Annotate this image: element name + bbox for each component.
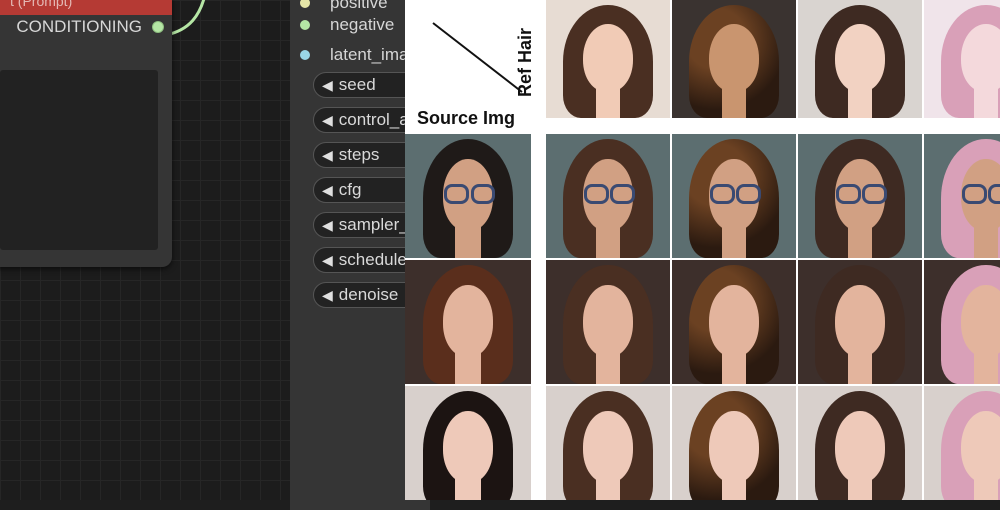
glasses-lens	[610, 183, 636, 205]
decrement-arrow-icon[interactable]: ◀	[322, 73, 333, 97]
face	[835, 23, 885, 93]
glasses-lens	[584, 183, 610, 205]
diagonal-divider	[432, 22, 523, 93]
face	[835, 284, 885, 357]
face	[961, 410, 1000, 483]
source-2	[405, 260, 531, 384]
decrement-arrow-icon[interactable]: ◀	[322, 178, 333, 202]
result-1-1	[546, 134, 670, 258]
neck	[721, 87, 747, 118]
face	[583, 410, 633, 483]
neck	[973, 351, 999, 384]
face	[442, 284, 494, 357]
neck	[455, 225, 481, 258]
ref-hair-2	[672, 0, 796, 118]
neck	[721, 225, 747, 258]
face	[961, 284, 1000, 357]
clip-text-encode-node[interactable]: t (Prompt) CONDITIONING	[0, 0, 172, 267]
face	[583, 284, 633, 357]
result-1-4	[924, 134, 1000, 258]
face	[709, 23, 759, 93]
hair-transfer-results-figure: Ref Hair Source Img	[405, 0, 1000, 500]
ref-hair-label: Ref Hair	[515, 27, 535, 97]
neck	[973, 477, 999, 500]
glasses-lens	[736, 183, 762, 205]
result-3-4	[924, 386, 1000, 500]
face	[709, 284, 759, 357]
negative-label: negative	[330, 15, 395, 34]
neck	[847, 225, 873, 258]
result-2-4	[924, 260, 1000, 384]
decrement-arrow-icon[interactable]: ◀	[322, 143, 333, 167]
glasses-lens	[862, 183, 888, 205]
glasses-lens	[710, 183, 736, 205]
neck	[847, 477, 873, 500]
ref-hair-1	[546, 0, 670, 118]
decrement-arrow-icon[interactable]: ◀	[322, 283, 333, 307]
neck	[455, 351, 481, 384]
neck	[595, 351, 621, 384]
decrement-arrow-icon[interactable]: ◀	[322, 213, 333, 237]
conditioning-output-label: CONDITIONING	[16, 17, 142, 36]
neck	[721, 477, 747, 500]
neck	[973, 225, 999, 258]
result-1-3	[798, 134, 922, 258]
result-2-3	[798, 260, 922, 384]
ref-hair-3	[798, 0, 922, 118]
positive-label: positive	[330, 0, 388, 12]
node-title[interactable]: t (Prompt)	[0, 0, 172, 15]
decrement-arrow-icon[interactable]: ◀	[322, 248, 333, 272]
neck	[595, 477, 621, 500]
prompt-textarea[interactable]	[0, 70, 158, 250]
source-1	[405, 134, 531, 258]
face	[961, 23, 1000, 93]
glasses-lens	[470, 183, 496, 205]
result-3-3	[798, 386, 922, 500]
conditioning-output-slot[interactable]	[153, 22, 163, 32]
result-1-2	[672, 134, 796, 258]
neck	[721, 351, 747, 384]
face	[835, 410, 885, 483]
result-3-2	[672, 386, 796, 500]
face	[583, 23, 633, 93]
neck	[595, 225, 621, 258]
ref-hair-4	[924, 0, 1000, 118]
decrement-arrow-icon[interactable]: ◀	[322, 108, 333, 132]
result-3-1	[546, 386, 670, 500]
face	[442, 410, 494, 483]
neck	[847, 351, 873, 384]
neck	[973, 87, 999, 118]
face	[709, 410, 759, 483]
neck	[595, 87, 621, 118]
glasses-lens	[962, 183, 988, 205]
neck	[455, 477, 481, 500]
neck	[847, 87, 873, 118]
latent-image-input-slot[interactable]	[300, 50, 310, 60]
result-2-2	[672, 260, 796, 384]
glasses-lens	[444, 183, 469, 205]
glasses-lens	[836, 183, 862, 205]
source-img-label: Source Img	[417, 108, 516, 128]
result-2-1	[546, 260, 670, 384]
source-3	[405, 386, 531, 500]
figure-header-corner: Ref Hair Source Img	[405, 0, 545, 130]
negative-input-slot[interactable]	[300, 20, 310, 30]
positive-input-slot[interactable]	[300, 0, 310, 8]
glasses-lens	[988, 183, 1000, 205]
